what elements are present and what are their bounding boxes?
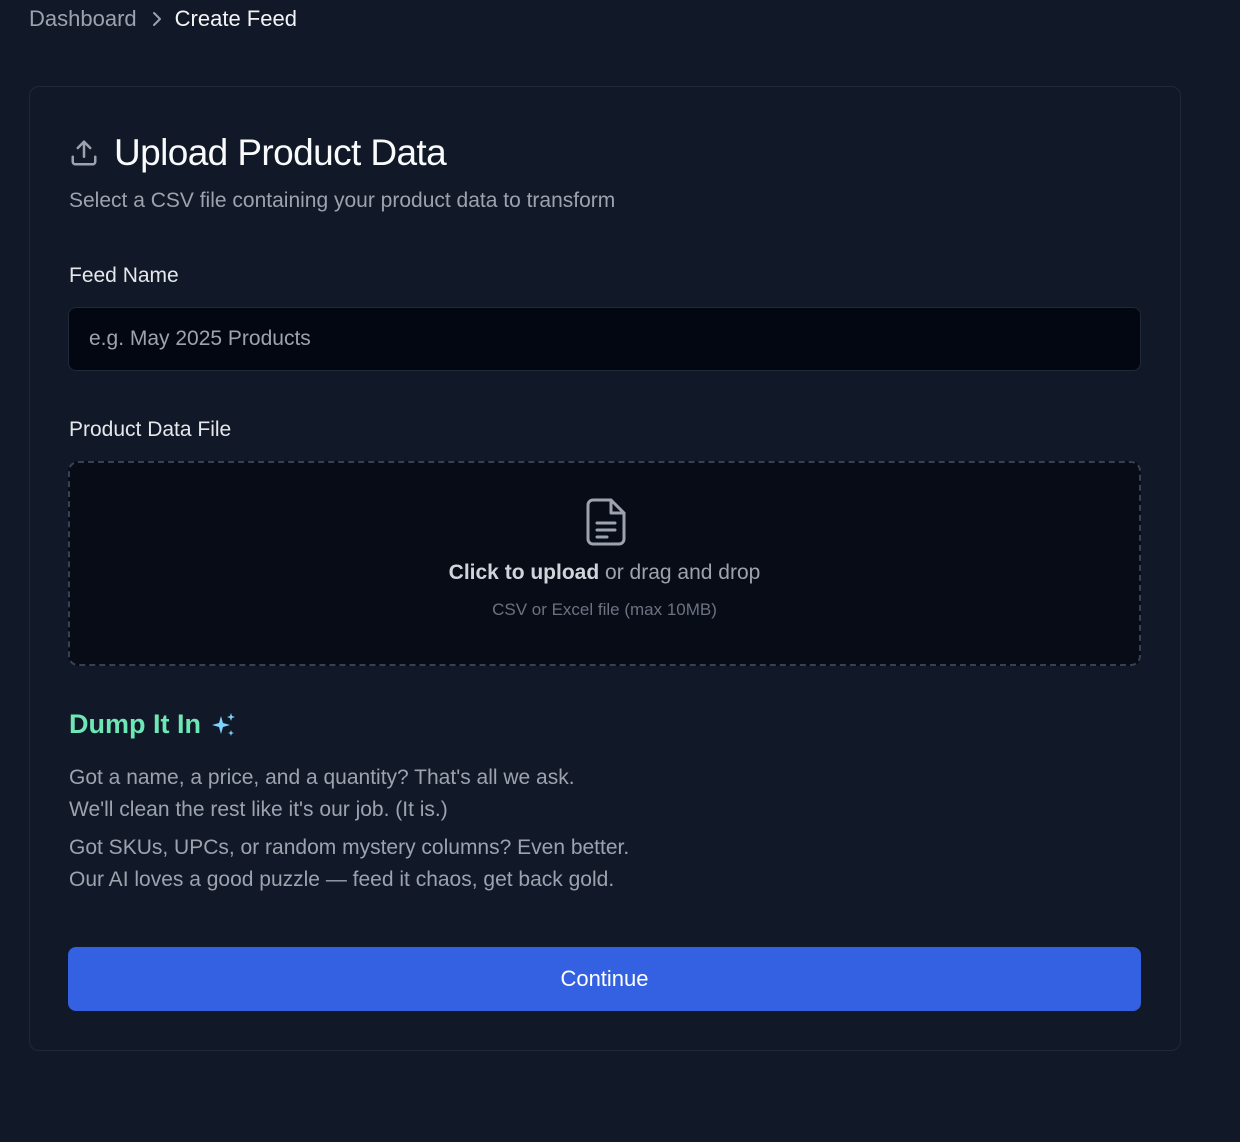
card-header: Upload Product Data — [69, 131, 447, 175]
file-dropzone[interactable]: Click to upload or drag and drop CSV or … — [68, 461, 1141, 666]
promo-title: Dump It In — [69, 709, 201, 739]
promo-line: We'll clean the rest like it's our job. … — [69, 798, 448, 821]
breadcrumb-dashboard-link[interactable]: Dashboard — [29, 6, 137, 32]
promo-paragraph: Got a name, a price, and a quantity? Tha… — [69, 762, 575, 826]
file-icon — [585, 497, 627, 547]
promo-line: Got SKUs, UPCs, or random mystery column… — [69, 836, 630, 859]
continue-button[interactable]: Continue — [68, 947, 1141, 1011]
card-title: Upload Product Data — [114, 132, 447, 173]
promo-heading: Dump It In — [69, 709, 237, 740]
upload-icon — [69, 138, 99, 168]
promo-paragraph: Got SKUs, UPCs, or random mystery column… — [69, 832, 629, 896]
feed-name-label: Feed Name — [69, 264, 179, 287]
feed-name-input[interactable] — [68, 307, 1141, 371]
chevron-right-icon — [151, 11, 163, 27]
breadcrumb: Dashboard Create Feed — [29, 4, 297, 34]
product-file-label: Product Data File — [69, 418, 232, 441]
click-to-upload-text[interactable]: Click to upload — [449, 561, 600, 584]
upload-card: Upload Product Data Select a CSV file co… — [29, 86, 1181, 1051]
drag-drop-text: or drag and drop — [605, 561, 761, 584]
promo-line: Our AI loves a good puzzle — feed it cha… — [69, 868, 615, 891]
dropzone-hint: CSV or Excel file (max 10MB) — [492, 600, 717, 619]
card-subtitle: Select a CSV file containing your produc… — [69, 189, 616, 212]
breadcrumb-current: Create Feed — [174, 6, 297, 31]
promo-line: Got a name, a price, and a quantity? Tha… — [69, 766, 575, 789]
sparkles-icon — [209, 711, 237, 739]
dropzone-instruction: Click to upload or drag and drop — [70, 561, 1139, 585]
